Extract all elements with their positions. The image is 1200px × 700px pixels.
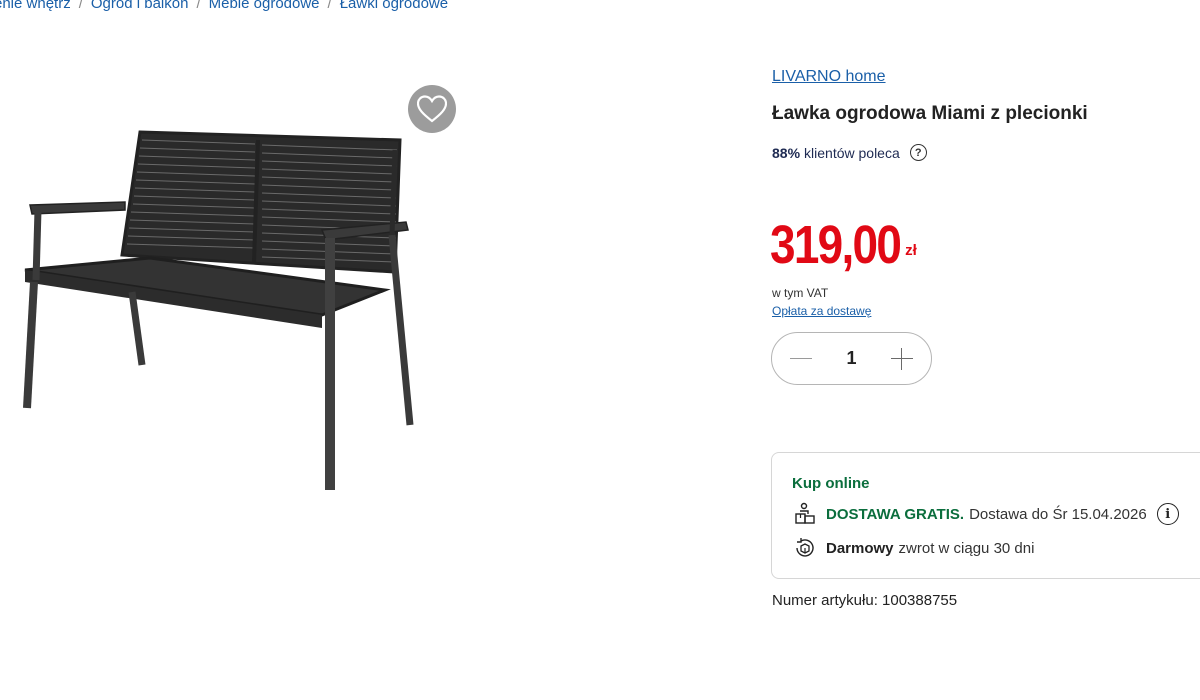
price: 319,00 zł <box>770 218 917 272</box>
article-number: Numer artykułu: 100388755 <box>772 592 958 609</box>
delivery-box-icon <box>792 502 818 526</box>
quantity-value[interactable]: 1 <box>846 348 856 369</box>
recommend-text: klientów poleca <box>804 144 900 161</box>
breadcrumb-item-garden-furniture[interactable]: Meble ogrodowe <box>209 0 320 12</box>
price-value: 319,00 <box>770 215 902 275</box>
vat-note: w tym VAT <box>772 286 829 300</box>
brand-link[interactable]: LIVARNO home <box>772 68 886 86</box>
recommend-percent: 88% <box>772 144 801 161</box>
breadcrumb-separator: / <box>196 0 201 12</box>
question-icon[interactable]: ? <box>909 144 927 161</box>
free-return-label: Darmowy <box>826 539 894 557</box>
favorite-button[interactable] <box>408 85 456 133</box>
plus-icon <box>900 347 903 370</box>
return-row: Darmowy zwrot w ciągu 30 dni <box>792 536 1190 560</box>
return-text: zwrot w ciągu 30 dni <box>898 539 1035 557</box>
return-package-icon <box>792 536 818 560</box>
product-title: Ławka ogrodowa Miami z plecionki <box>772 103 1088 124</box>
free-delivery-label: DOSTAWA GRATIS. <box>826 505 965 523</box>
recommendation-info: 88% klientów poleca ? <box>772 144 927 161</box>
breadcrumb: enie wnętrz / Ogród i balkon / Meble ogr… <box>0 0 448 12</box>
decrease-quantity-button[interactable] <box>788 346 814 372</box>
delivery-fee-link[interactable]: Opłata za dostawę <box>772 304 871 318</box>
breadcrumb-separator: / <box>78 0 83 12</box>
price-currency: zł <box>905 242 917 259</box>
breadcrumb-separator: / <box>327 0 332 12</box>
breadcrumb-item-benches[interactable]: Ławki ogrodowe <box>340 0 448 12</box>
buy-online-box: Kup online DOSTAWA GRATIS. Dostawa do Śr… <box>771 452 1200 579</box>
heart-icon <box>417 95 447 123</box>
quantity-stepper: 1 <box>771 332 932 385</box>
breadcrumb-item-garden[interactable]: Ogród i balkon <box>91 0 189 12</box>
delivery-date: Dostawa do Śr 15.04.2026 <box>969 505 1147 523</box>
product-image[interactable] <box>0 60 480 520</box>
breadcrumb-item-interior[interactable]: enie wnętrz <box>0 0 71 12</box>
increase-quantity-button[interactable] <box>889 346 915 372</box>
bench-image <box>23 130 414 490</box>
buy-online-title: Kup online <box>792 475 870 492</box>
minus-icon <box>790 357 812 360</box>
info-icon[interactable]: i <box>1156 503 1179 525</box>
delivery-row: DOSTAWA GRATIS. Dostawa do Śr 15.04.2026… <box>792 502 1190 526</box>
